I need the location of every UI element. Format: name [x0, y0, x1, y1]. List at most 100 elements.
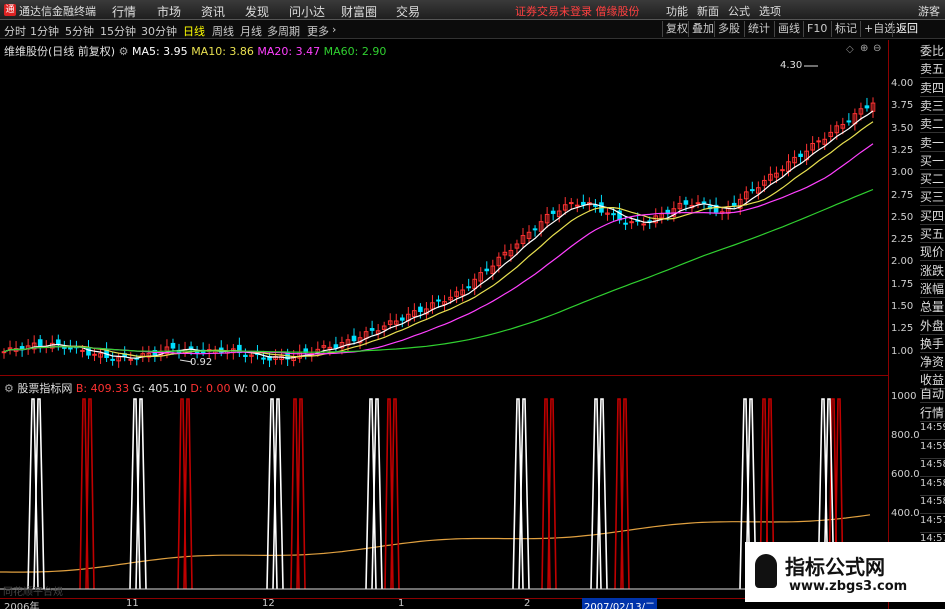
side-tab[interactable]: 买四: [920, 207, 945, 225]
side-tab[interactable]: 净资: [920, 353, 945, 372]
period-daily[interactable]: 日线: [183, 23, 205, 39]
mark-button[interactable]: 标记: [831, 21, 857, 37]
candle: [381, 321, 387, 337]
ma10-label: MA10: 3.86: [191, 45, 254, 58]
side-tab[interactable]: 换手: [920, 335, 945, 353]
menu-news[interactable]: 资讯: [201, 3, 225, 20]
login-notice[interactable]: 证券交易未登录 僧缘股份: [515, 3, 640, 19]
period-multi[interactable]: 多周期: [267, 23, 300, 39]
side-tab[interactable]: 卖一: [920, 134, 945, 152]
candle: [695, 195, 701, 209]
side-tab[interactable]: 卖四: [920, 79, 945, 97]
red-spike: [85, 398, 95, 590]
menu-function[interactable]: 功能: [666, 3, 688, 19]
candle: [756, 181, 761, 200]
ma10-line: [3, 121, 874, 358]
kline-chart[interactable]: 维维股份(日线 前复权) ⚙ MA5: 3.95 MA10: 3.86 MA20…: [0, 40, 888, 376]
side-tab[interactable]: 买五: [920, 225, 945, 243]
f10-button[interactable]: F10: [803, 21, 827, 37]
diamond-icon[interactable]: ◇: [846, 44, 854, 55]
side-tab[interactable]: 14:58: [920, 478, 945, 496]
candle: [351, 328, 357, 345]
period-toolbar: 分时 1分钟 5分钟 15分钟 30分钟 日线 周线 月线 多周期 更多 › 复…: [0, 20, 945, 39]
side-tab[interactable]: 涨幅: [920, 280, 945, 298]
price-tick: 1.25: [891, 323, 914, 335]
side-tab[interactable]: 买二: [920, 170, 945, 189]
menu-market[interactable]: 市场: [157, 3, 181, 20]
side-tab[interactable]: 14:58: [920, 459, 945, 477]
candle: [1, 348, 7, 359]
statistics-button[interactable]: 统计: [744, 21, 770, 37]
candle: [484, 261, 490, 275]
date-label: 2: [524, 598, 531, 609]
period-1min[interactable]: 1分钟: [30, 23, 59, 39]
zoom-out-icon[interactable]: ⊖: [873, 43, 881, 54]
period-monthly[interactable]: 月线: [240, 23, 262, 39]
side-tab[interactable]: 14:57: [920, 515, 945, 533]
indicator-gear-icon[interactable]: ⚙: [4, 382, 14, 395]
guest-user[interactable]: 游客: [918, 3, 940, 19]
side-tab[interactable]: 涨跌: [920, 262, 945, 280]
side-tab[interactable]: 14:59: [920, 441, 945, 459]
period-timeshare[interactable]: 分时: [4, 23, 26, 39]
add-watchlist-button[interactable]: +自选: [860, 21, 895, 37]
period-weekly[interactable]: 周线: [212, 23, 234, 39]
side-tab[interactable]: 买一: [920, 152, 945, 170]
price-axis: 4.00 3.75 3.50 3.25 3.00 2.75 2.50 2.25 2.00 1.75…: [889, 40, 920, 598]
side-tab[interactable]: 外盘: [920, 317, 945, 335]
menu-new-page[interactable]: 新面: [697, 3, 719, 19]
chevron-right-icon[interactable]: ›: [332, 23, 336, 36]
red-spike: [620, 398, 630, 590]
side-tab[interactable]: 卖二: [920, 115, 945, 134]
candle: [399, 314, 405, 328]
side-tab[interactable]: 卖三: [920, 97, 945, 115]
overlay-button[interactable]: 叠加: [688, 21, 714, 37]
menu-options[interactable]: 选项: [759, 3, 781, 19]
candle: [568, 197, 574, 210]
side-tab[interactable]: 买三: [920, 188, 945, 207]
trading-terminal-window: 通 通达信金融终端 行情 市场 资讯 发现 问小达 财富圈 交易 证券交易未登录…: [0, 0, 945, 609]
menu-wealth[interactable]: 财富圈: [341, 3, 377, 20]
side-tab[interactable]: 卖五: [920, 60, 945, 79]
multi-stock-button[interactable]: 多股: [714, 21, 740, 37]
side-tab[interactable]: 总量: [920, 298, 945, 317]
candle: [56, 334, 61, 351]
back-button[interactable]: 返回: [892, 21, 918, 37]
period-15min[interactable]: 15分钟: [100, 23, 136, 39]
adjust-button[interactable]: 复权: [662, 21, 688, 37]
current-date-label: 2007/02/13/二: [582, 598, 658, 609]
candle: [49, 335, 55, 353]
red-spike: [183, 398, 193, 590]
candle: [852, 108, 858, 131]
candle: [472, 273, 478, 296]
menu-assistant[interactable]: 问小达: [289, 3, 325, 20]
side-tab[interactable]: 行情: [920, 404, 945, 422]
candle: [393, 313, 399, 330]
price-tick: 2.75: [891, 189, 914, 201]
menu-discover[interactable]: 发现: [245, 3, 269, 20]
menu-formula[interactable]: 公式: [728, 3, 750, 19]
menu-trade[interactable]: 交易: [396, 3, 420, 20]
kline-svg: [1, 65, 876, 368]
settings-gear-icon[interactable]: ⚙: [119, 45, 129, 58]
period-more[interactable]: 更多: [307, 23, 329, 39]
candle: [659, 206, 665, 224]
side-tab[interactable]: 14:58: [920, 496, 945, 514]
side-tab[interactable]: 自动: [920, 385, 945, 403]
indicator-w-label: W: 0.00: [234, 382, 276, 395]
candle: [315, 341, 321, 357]
zoom-in-icon[interactable]: ⊕: [860, 43, 868, 54]
period-30min[interactable]: 30分钟: [141, 23, 177, 39]
right-panel: 4.00 3.75 3.50 3.25 3.00 2.75 2.50 2.25 2.00 1.75…: [888, 40, 945, 609]
draw-line-button[interactable]: 画线: [774, 21, 800, 37]
menu-quotes[interactable]: 行情: [112, 3, 136, 20]
indicator-name[interactable]: 股票指标网: [17, 382, 72, 395]
price-tick: 1.75: [891, 278, 914, 290]
side-tab[interactable]: 14:59: [920, 422, 945, 440]
side-tab[interactable]: 现价: [920, 243, 945, 262]
period-5min[interactable]: 5分钟: [65, 23, 94, 39]
side-tab[interactable]: 委比: [920, 42, 945, 60]
candle: [532, 225, 538, 237]
candle: [870, 97, 876, 118]
indicator-d-label: D: 0.00: [190, 382, 231, 395]
